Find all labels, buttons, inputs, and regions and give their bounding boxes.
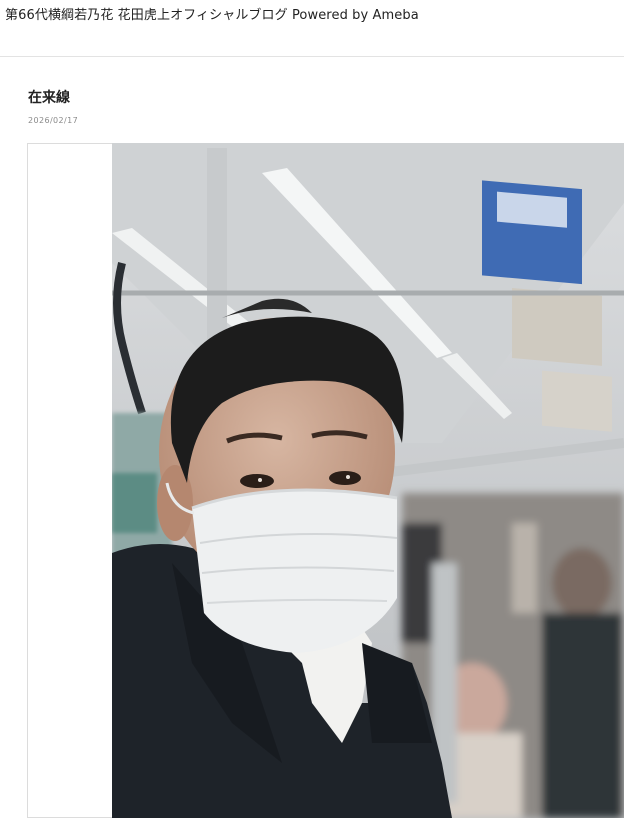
blog-header: 第66代横綱若乃花 花田虎上オフィシャルブログ Powered by Ameba [0,0,624,57]
blog-title-link[interactable]: 第66代横綱若乃花 花田虎上オフィシャルブログ Powered by Ameba [5,4,419,23]
entry-photo[interactable] [112,143,624,818]
entry-date: 2026/02/17 [28,116,79,125]
entry-title[interactable]: 在来線 [28,87,70,107]
